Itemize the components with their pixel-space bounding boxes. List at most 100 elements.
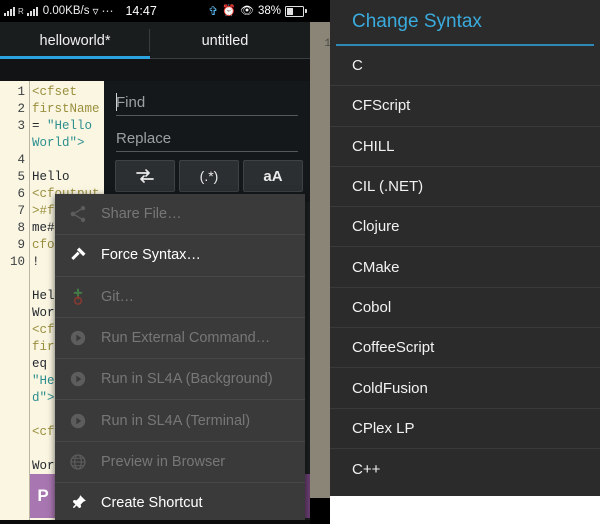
line-number (0, 135, 28, 152)
find-option-buttons: (.*) aA (115, 160, 303, 192)
play-circle-icon (55, 328, 101, 348)
syntax-item-label: CIL (.NET) (352, 178, 424, 196)
syntax-item-label: Cobol (352, 298, 392, 316)
wifi-icon: ▿ (92, 4, 99, 18)
code-token: d"> (32, 391, 55, 405)
syntax-list-item[interactable]: C (330, 46, 600, 87)
sim-label: R (18, 6, 24, 16)
syntax-item-label: CoffeeScript (352, 339, 435, 357)
play-circle-icon (70, 330, 86, 346)
bottom-toolbar (0, 520, 310, 524)
signal-bars-icon-2 (26, 6, 38, 16)
find-input[interactable]: Find (116, 89, 298, 116)
play-circle-icon (70, 372, 86, 387)
eye-care-icon: 👁 (240, 4, 254, 17)
case-sensitive-toggle[interactable]: aA (243, 160, 303, 192)
find-replace-panel: Find Replace (.*) aA (104, 81, 310, 202)
syntax-item-label: CPlex LP (352, 419, 415, 437)
purple-p-tab[interactable]: P (30, 474, 56, 518)
editor-tab-bar: helloworld* untitled (0, 22, 310, 59)
regex-label: (.*) (199, 168, 219, 184)
syntax-list-item[interactable]: Cobol (330, 288, 600, 329)
globe-icon (55, 452, 101, 472)
syntax-list-item[interactable]: C++ (330, 449, 600, 489)
pin-icon (72, 495, 86, 509)
hammer-icon (55, 245, 101, 265)
replace-input[interactable]: Replace (116, 125, 298, 152)
syntax-list-item[interactable]: CFScript (330, 86, 600, 127)
pin-icon (55, 493, 101, 513)
regex-toggle[interactable]: (.*) (179, 160, 239, 192)
code-token: <cfset (32, 85, 78, 99)
code-token: ! (32, 255, 40, 269)
share-icon (70, 206, 86, 223)
play-circle-icon (70, 413, 86, 428)
syntax-list-item[interactable]: CHILL (330, 127, 600, 167)
syntax-item-label: CFScript (352, 97, 411, 115)
menu-item-force-syntax[interactable]: Force Syntax… (55, 235, 305, 277)
syntax-item-label: Clojure (352, 218, 400, 236)
more-dots-icon: ⋯ (101, 4, 115, 18)
syntax-list-item[interactable]: Clojure (330, 207, 600, 248)
line-number: 2 (17, 102, 25, 116)
menu-item-label: Run External Command… (101, 330, 271, 347)
git-icon (73, 288, 83, 305)
code-token: Hello (32, 170, 70, 184)
syntax-item-label: CMake (352, 258, 400, 276)
globe-icon (70, 454, 86, 470)
text-caret (116, 93, 117, 111)
tab-label: helloworld* (39, 32, 111, 49)
line-number: 7 (17, 204, 25, 218)
bluetooth-icon: ✞ (208, 4, 219, 18)
status-bar: R 0.00KB/s ▿ ⋯ 14:47 ✞ ⏰ 👁 38% (0, 0, 310, 22)
syntax-list: C CFScript CHILL CIL (.NET) Clojure CMake Cobo… (330, 46, 600, 489)
menu-item-run-external-command: Run External Command… (55, 318, 305, 360)
line-number: 3 (17, 119, 25, 133)
menu-item-share-file: Share File… (55, 194, 305, 236)
syntax-item-label: C (352, 57, 363, 75)
menu-item-label: Run in SL4A (Background) (101, 371, 273, 388)
code-token: World"> (32, 136, 85, 150)
menu-item-run-sl4a-background: Run in SL4A (Background) (55, 359, 305, 401)
signal-bars-icon-1 (4, 6, 15, 16)
tab-helloworld[interactable]: helloworld* (0, 22, 150, 59)
hammer-icon (71, 247, 86, 261)
network-speed-label: 0.00KB/s (42, 5, 90, 17)
play-circle-icon (55, 411, 101, 431)
battery-percent-label: 38% (257, 5, 281, 17)
app-root: R 0.00KB/s ▿ ⋯ 14:47 ✞ ⏰ 👁 38% helloworl… (0, 0, 600, 524)
syntax-list-item[interactable]: ColdFusion (330, 368, 600, 409)
dialog-bottom-strip (330, 496, 600, 524)
purple-p-label: P (37, 486, 49, 505)
line-number: 8 (17, 221, 25, 235)
syntax-list-item[interactable]: CIL (.NET) (330, 167, 600, 208)
tab-untitled[interactable]: untitled (150, 22, 300, 59)
menu-item-label: Force Syntax… (101, 247, 201, 264)
menu-item-preview-in-browser: Preview in Browser (55, 442, 305, 484)
tab-label: untitled (201, 32, 249, 49)
menu-item-label: Run in SL4A (Terminal) (101, 412, 251, 429)
menu-item-create-shortcut[interactable]: Create Shortcut (55, 483, 305, 523)
code-token: firstName (32, 102, 100, 116)
menu-item-label: Share File… (101, 206, 182, 223)
syntax-list-item[interactable]: CPlex LP (330, 409, 600, 449)
loop-arrows-icon (136, 169, 154, 183)
syntax-list-item[interactable]: CMake (330, 247, 600, 288)
active-tab-indicator (0, 56, 150, 59)
syntax-list-item[interactable]: CoffeeScript (330, 328, 600, 369)
replace-all-toggle[interactable] (115, 160, 175, 192)
dialog-title: Change Syntax (352, 11, 482, 32)
play-circle-icon (55, 369, 101, 389)
menu-item-run-sl4a-terminal: Run in SL4A (Terminal) (55, 400, 305, 442)
change-syntax-dialog: Change Syntax C CFScript CHILL CIL (.NET) Cl… (330, 0, 600, 496)
line-number: 9 (17, 238, 25, 252)
line-number: 1 (17, 85, 25, 99)
line-number: 5 (17, 170, 25, 184)
find-placeholder: Find (116, 93, 146, 111)
battery-icon (285, 5, 307, 17)
line-number-gutter: 1 2 3 4 5 6 7 8 9 10 (0, 81, 28, 520)
syntax-item-label: CHILL (352, 137, 395, 155)
gutter-divider (29, 81, 30, 520)
code-token: "Hello (47, 119, 93, 133)
syntax-item-label: ColdFusion (352, 379, 428, 397)
